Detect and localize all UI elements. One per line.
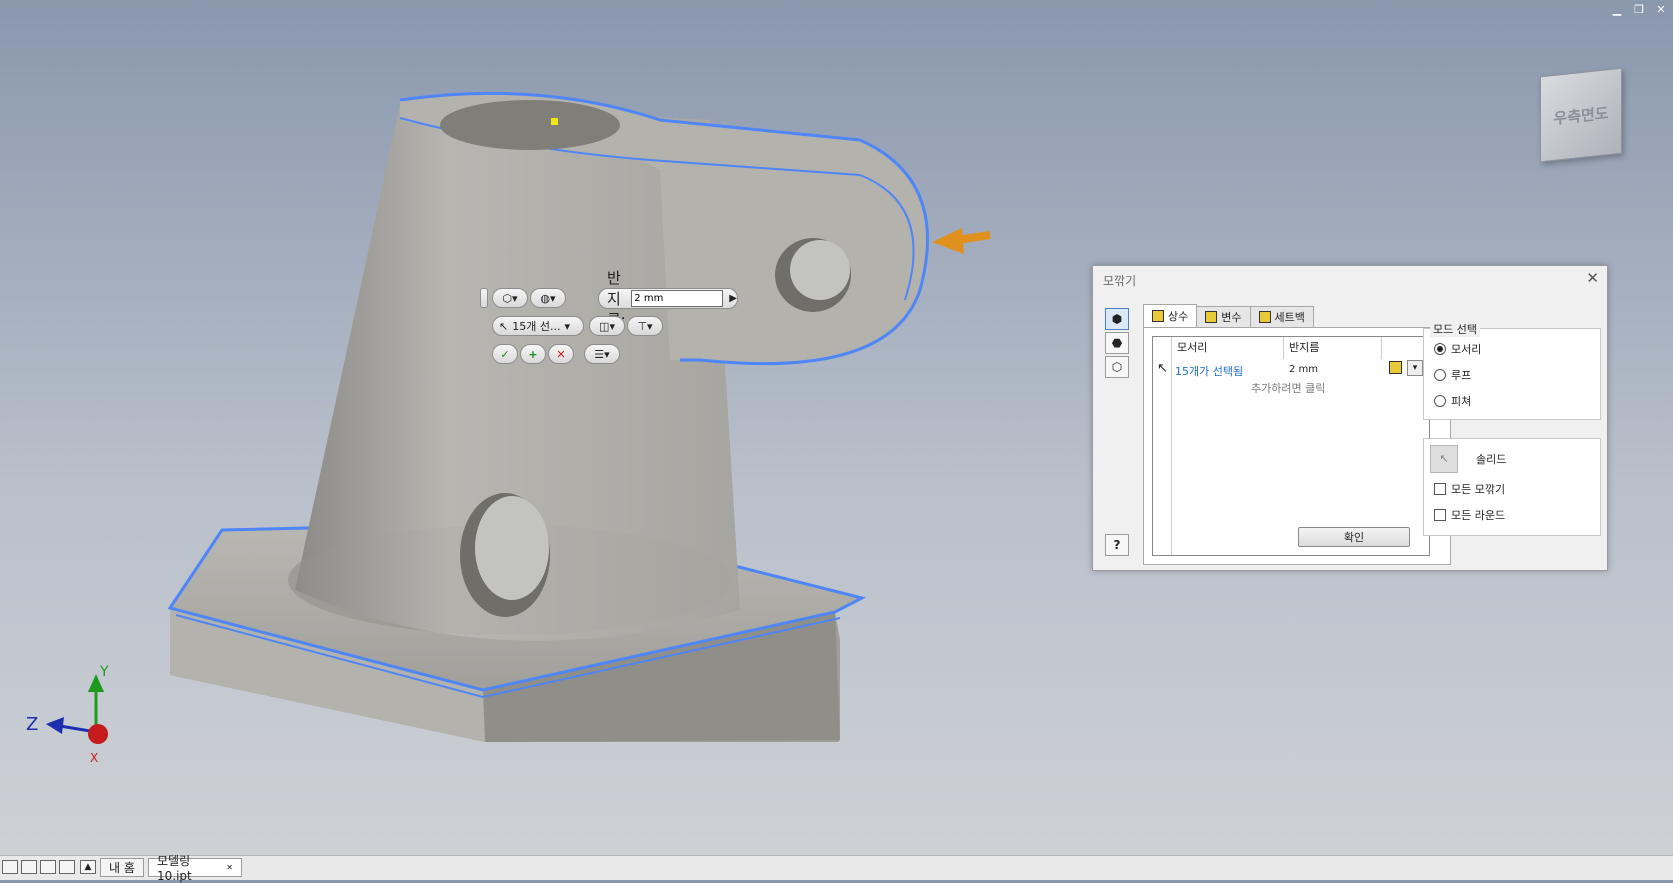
solid-icon: ⬡ xyxy=(502,291,513,305)
y-axis-label: Y xyxy=(99,664,109,680)
tile-vertical-icon[interactable] xyxy=(59,860,75,874)
radio-button[interactable] xyxy=(1434,369,1446,381)
mode-feature-radio[interactable]: 피쳐 xyxy=(1434,393,1471,409)
constant-tab-panel: 모서리 반지름 ↖ 15개가 선택됨 2 mm ▾ 추가하려면 클릭 확인 xyxy=(1143,327,1451,565)
setback-icon: ⊤ xyxy=(637,319,648,333)
checkbox[interactable] xyxy=(1434,509,1446,521)
chevron-up-icon[interactable]: ▲ xyxy=(80,860,96,874)
tab-document[interactable]: 모델링10.ipt ✕ xyxy=(148,854,242,883)
help-button[interactable]: ? xyxy=(1105,534,1129,556)
face-fillet-mode-icon[interactable]: ⬣ xyxy=(1105,332,1129,354)
x-axis-label: X xyxy=(90,751,98,765)
mode-select-group: 모드 선택 모서리 루프 피쳐 xyxy=(1423,321,1601,420)
x-icon: ✕ xyxy=(556,347,566,361)
confirm-button[interactable]: 확인 xyxy=(1298,527,1410,547)
fillet-constant-icon xyxy=(1152,310,1164,322)
solid-label: 솔리드 xyxy=(1476,453,1507,466)
fillet-variable-icon xyxy=(1205,311,1218,323)
radius-field: 반지름: ▶ xyxy=(598,269,738,329)
solid-options-group: ↖ 솔리드 모든 모깎기 모든 라운드 xyxy=(1423,438,1601,536)
tab-variable[interactable]: 변수 xyxy=(1196,306,1251,327)
edge-fillet-mode-icon[interactable]: ⬢ xyxy=(1105,308,1129,330)
radius-arrow-icon[interactable]: ▶ xyxy=(729,293,737,304)
tab-my-home[interactable]: 내 홈 xyxy=(100,858,144,877)
mode-select-heading: 모드 선택 xyxy=(1430,321,1480,337)
selected-edges-count[interactable]: 15개가 선택됨 xyxy=(1175,363,1243,379)
chain-icon: ◫ xyxy=(599,319,610,333)
fillet-tabs: 상수 변수 세트백 xyxy=(1143,304,1314,327)
plus-icon: + xyxy=(528,347,538,361)
solid-select-button[interactable]: ↖ xyxy=(1430,445,1458,473)
fillet-dialog: 모깎기 ✕ ⬢ ⬣ ⬡ ? 상수 변수 세트백 모서리 반지름 ↖ 15개가 선 xyxy=(1092,265,1608,571)
row-radius-value[interactable]: 2 mm xyxy=(1289,364,1318,375)
chevron-down-icon: ▾ xyxy=(564,319,570,333)
close-tab-icon[interactable]: ✕ xyxy=(226,863,233,872)
all-rounds-checkbox[interactable]: 모든 라운드 xyxy=(1434,507,1505,523)
tile-horizontal-icon[interactable] xyxy=(40,860,56,874)
fillet-type-icon: ◍ xyxy=(540,291,551,305)
column-header-radius: 반지름 xyxy=(1289,341,1320,354)
ok-button[interactable]: ✓ xyxy=(492,344,518,364)
direction-arrow-icon xyxy=(932,228,991,254)
fillet-type-icon[interactable] xyxy=(1389,361,1402,374)
mode-loop-radio[interactable]: 루프 xyxy=(1434,367,1471,383)
mode-edge-radio[interactable]: 모서리 xyxy=(1434,341,1481,357)
z-axis-label: Z xyxy=(26,714,38,735)
options-dropdown[interactable]: ☰ ▾ xyxy=(584,344,620,364)
tab-constant[interactable]: 상수 xyxy=(1143,304,1198,327)
cascade-windows-icon[interactable] xyxy=(2,860,18,874)
radius-input[interactable] xyxy=(631,290,724,307)
fillet-type-dropdown[interactable]: ◍ ▾ xyxy=(530,288,566,308)
full-round-fillet-mode-icon[interactable]: ⬡ xyxy=(1105,356,1129,378)
selection-count-label: 15개 선... xyxy=(512,320,561,333)
help-icon: ? xyxy=(1113,538,1121,552)
edge-radius-table: 모서리 반지름 ↖ 15개가 선택됨 2 mm ▾ 추가하려면 클릭 확인 xyxy=(1152,336,1430,556)
cursor-icon: ↖ xyxy=(499,319,509,333)
check-icon: ✓ xyxy=(500,347,510,361)
close-icon[interactable]: ✕ xyxy=(1586,269,1599,287)
setback-dropdown[interactable]: ⊤ ▾ xyxy=(627,316,663,336)
row-cursor-icon: ↖ xyxy=(1157,361,1168,376)
chain-dropdown[interactable]: ◫ ▾ xyxy=(589,316,625,336)
add-edges-hint[interactable]: 추가하려면 클릭 xyxy=(1251,380,1325,396)
axis-triad: Y Z X xyxy=(26,664,109,765)
cancel-button[interactable]: ✕ xyxy=(548,344,574,364)
edge-selection-dropdown[interactable]: ↖ 15개 선... ▾ xyxy=(492,316,584,336)
all-fillets-checkbox[interactable]: 모든 모깎기 xyxy=(1434,481,1505,497)
setback-icon xyxy=(1258,311,1271,323)
mini-toolbar-grip[interactable] xyxy=(480,288,488,308)
chevron-down-icon[interactable]: ▾ xyxy=(1407,360,1423,376)
apply-button[interactable]: + xyxy=(520,344,546,364)
list-icon: ☰ xyxy=(594,347,605,361)
tab-setback[interactable]: 세트백 xyxy=(1249,306,1314,327)
table-row[interactable]: ↖ 15개가 선택됨 2 mm ▾ xyxy=(1153,359,1429,379)
radio-button[interactable] xyxy=(1434,343,1446,355)
solid-select-dropdown[interactable]: ⬡ ▾ xyxy=(492,288,528,308)
status-bar: ▲ 내 홈 모델링10.ipt ✕ xyxy=(0,854,1673,883)
checkbox[interactable] xyxy=(1434,483,1446,495)
radio-button[interactable] xyxy=(1434,395,1446,407)
column-header-edges: 모서리 xyxy=(1177,341,1208,354)
tile-windows-icon[interactable] xyxy=(21,860,37,874)
dialog-title: 모깎기 xyxy=(1103,274,1137,288)
